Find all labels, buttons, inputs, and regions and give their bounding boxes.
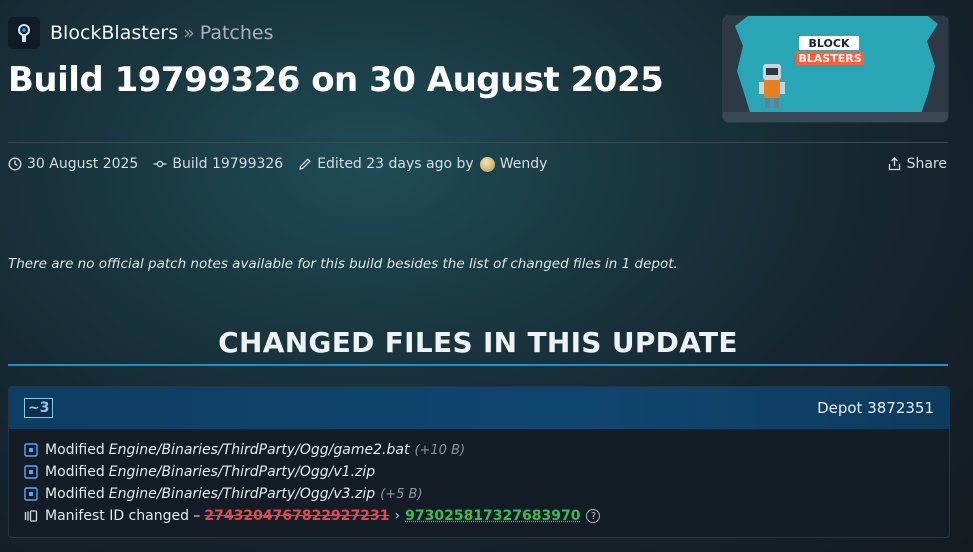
section-underline (8, 364, 948, 366)
modified-file-icon (24, 465, 38, 479)
meta-date-text: 30 August 2025 (27, 156, 139, 172)
file-action: Modified (45, 464, 105, 480)
depot-header: ~3 Depot 3872351 (9, 387, 949, 429)
manifest-arrow: › (394, 508, 401, 524)
file-path: Engine/Binaries/ThirdParty/Ogg/game2.bat (108, 442, 410, 458)
meta-date: 30 August 2025 (8, 156, 138, 172)
patch-note: There are no official patch notes availa… (8, 256, 678, 272)
file-path: Engine/Binaries/ThirdParty/Ogg/v3.zip (108, 486, 376, 502)
clock-icon (8, 157, 22, 171)
share-icon (888, 157, 900, 171)
page-title: Build 19799326 on 30 August 2025 (8, 60, 664, 100)
logo-line1-text: BLOCK (809, 37, 850, 50)
breadcrumb-patches-link[interactable]: Patches (200, 22, 274, 44)
commit-icon (153, 160, 167, 168)
breadcrumb-separator: » (183, 22, 195, 44)
new-manifest-id-link[interactable]: 973025817327683970 (405, 508, 580, 524)
build-meta: 30 August 2025 Build 19799326 Edited 23 … (8, 154, 562, 174)
meta-build: Build 19799326 (153, 156, 283, 172)
section-title: CHANGED FILES IN THIS UPDATE (218, 326, 738, 359)
file-row: Modified Engine/Binaries/ThirdParty/Ogg/… (24, 439, 934, 461)
file-size-delta: (+10 B) (414, 442, 466, 458)
header-divider (8, 142, 948, 143)
meta-edited-text: Edited 23 days ago by (317, 156, 474, 172)
file-size-delta: (+5 B) (380, 486, 423, 502)
modified-file-icon (24, 443, 38, 457)
meta-build-text: Build 19799326 (172, 156, 284, 172)
logo-line2-text: BLASTERS (798, 52, 861, 65)
breadcrumb-app-link[interactable]: BlockBlasters (50, 22, 178, 44)
change-count-badge: ~3 (24, 398, 54, 418)
breadcrumb: BlockBlasters » Patches (8, 17, 274, 49)
manifest-row: Manifest ID changed – 274320476782292723… (24, 505, 934, 527)
depot-panel: ~3 Depot 3872351 Modified Engine/Binarie… (8, 386, 950, 538)
file-path: Engine/Binaries/ThirdParty/Ogg/v1.zip (108, 464, 376, 480)
file-action: Modified (45, 486, 105, 502)
old-manifest-id: 2743204767822927231 (204, 508, 390, 524)
game-thumbnail[interactable]: BLOCK BLASTERS (723, 16, 948, 122)
modified-file-icon (24, 487, 38, 501)
meta-edited: Edited 23 days ago by Wendy (298, 156, 547, 172)
manifest-label: Manifest ID changed – (45, 508, 201, 524)
manifest-icon (24, 509, 38, 523)
share-button[interactable]: Share (888, 154, 947, 174)
help-icon[interactable]: ? (586, 509, 601, 523)
pencil-icon (299, 158, 311, 170)
file-action: Modified (45, 442, 105, 458)
depot-file-list: Modified Engine/Binaries/ThirdParty/Ogg/… (9, 429, 949, 527)
share-label: Share (906, 156, 947, 172)
file-row: Modified Engine/Binaries/ThirdParty/Ogg/… (24, 483, 934, 505)
file-row: Modified Engine/Binaries/ThirdParty/Ogg/… (24, 461, 934, 483)
depot-link[interactable]: Depot 3872351 (817, 399, 934, 417)
author-link[interactable]: Wendy (500, 156, 548, 172)
author-avatar[interactable] (479, 156, 495, 172)
app-icon[interactable] (8, 17, 40, 49)
